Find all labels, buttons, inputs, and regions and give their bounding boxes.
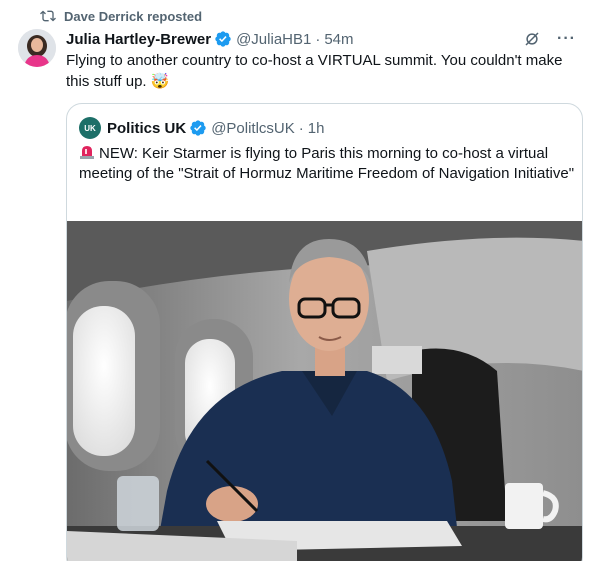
quoted-tweet-text-block: NEW: Keir Starmer is flying to Paris thi… <box>79 144 574 184</box>
tweet-header: Julia Hartley-Brewer @JuliaHB1 · 54m ··· <box>66 29 576 49</box>
repost-indicator[interactable]: Dave Derrick reposted <box>40 8 202 24</box>
siren-icon <box>80 146 94 159</box>
separator-dot: · <box>315 30 321 48</box>
quoted-timestamp[interactable]: 1h <box>308 120 325 137</box>
quoted-avatar[interactable]: UK <box>79 117 101 139</box>
verified-badge-icon <box>190 120 206 136</box>
quoted-tweet-header: UK Politics UK @PolitlcsUK · 1h <box>79 117 324 139</box>
repost-text: Dave Derrick reposted <box>64 8 203 24</box>
author-handle[interactable]: @JuliaHB1 <box>236 31 311 48</box>
repost-icon <box>40 10 56 22</box>
avatar-image <box>18 29 56 67</box>
timestamp[interactable]: 54m <box>324 31 353 48</box>
separator-dot: · <box>298 119 304 137</box>
grok-icon[interactable] <box>523 30 541 48</box>
more-options-icon[interactable]: ··· <box>557 30 576 48</box>
quoted-author-handle[interactable]: @PolitlcsUK <box>211 120 295 137</box>
verified-badge-icon <box>215 31 231 47</box>
author-name[interactable]: Julia Hartley-Brewer <box>66 31 211 48</box>
quoted-tweet[interactable]: UK Politics UK @PolitlcsUK · 1h NEW: Kei… <box>66 103 583 561</box>
avatar[interactable] <box>18 29 56 67</box>
tweet-text: Flying to another country to co-host a V… <box>66 52 563 90</box>
quoted-author-name[interactable]: Politics UK <box>107 120 186 137</box>
quoted-tweet-text: NEW: Keir Starmer is flying to Paris thi… <box>79 145 575 182</box>
quoted-tweet-photo[interactable] <box>67 221 583 561</box>
